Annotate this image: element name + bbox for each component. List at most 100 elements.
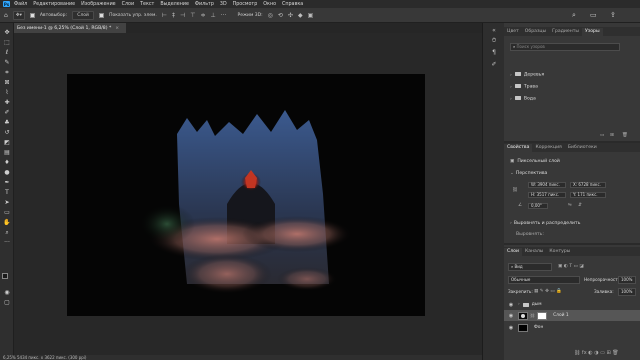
pattern-search-input[interactable]: ⌕ Поиск узоров [510, 43, 620, 51]
layer-row-group[interactable]: ◉ › дым [504, 299, 640, 310]
menu-3d[interactable]: 3D [220, 2, 227, 7]
visibility-eye-icon[interactable]: ◉ [508, 325, 514, 331]
autoselect-checkbox[interactable] [29, 12, 35, 18]
move-tool-preset[interactable]: ✥▾ [12, 10, 25, 20]
tab-color[interactable]: Цвет [504, 28, 522, 36]
folder-trees[interactable]: › Деревья [510, 72, 544, 78]
more-options-icon[interactable]: ··· [221, 12, 227, 19]
search-icon[interactable]: ⌕ [572, 11, 576, 20]
layer-actions[interactable]: ⛓ fx ◐ ◑ ▭ ⊞ 🗑 [574, 350, 619, 356]
shape-tool-icon[interactable]: ▭ [3, 209, 11, 216]
3d-orbit-icon[interactable]: ◎ [268, 12, 273, 19]
layer-name[interactable]: Фон [534, 325, 543, 330]
lasso-tool-icon[interactable]: ℓ [3, 49, 11, 56]
tab-paths[interactable]: Контуры [546, 248, 573, 256]
menu-select[interactable]: Выделение [160, 2, 189, 7]
menu-filter[interactable]: Фильтр [195, 2, 214, 7]
tab-gradients[interactable]: Градиенты [549, 28, 582, 36]
photoshop-logo-icon[interactable]: Ps [3, 1, 10, 7]
height-field[interactable]: H: 3517 пикс. [528, 192, 566, 198]
align-section[interactable]: › Выровнять и распределить [510, 221, 580, 226]
layer-mask-thumbnail[interactable] [537, 311, 548, 320]
zoom-tool-icon[interactable]: ⌕ [3, 229, 11, 236]
document-canvas[interactable] [67, 74, 425, 316]
menu-type[interactable]: Текст [140, 2, 154, 7]
share-icon[interactable]: ⇪ [610, 11, 616, 19]
blend-mode-dropdown[interactable]: Обычные [508, 276, 580, 284]
tab-swatches[interactable]: Образцы [522, 28, 549, 36]
layer-filter-dropdown[interactable]: ⌕ Вид [508, 263, 552, 271]
home-icon[interactable]: ⌂ [4, 12, 8, 19]
workspace-icon[interactable]: ▭ [590, 11, 597, 19]
new-group-icon[interactable]: ▭ [600, 133, 604, 138]
document-tab[interactable]: Без имени-1 @ 6,25% (Слой 1, RGB/8) * × [14, 23, 126, 33]
align-left-icon[interactable]: ⊢ [162, 12, 167, 19]
stamp-tool-icon[interactable]: ♣ [3, 119, 11, 126]
angle-field[interactable]: 0,00° [528, 203, 548, 209]
tab-channels[interactable]: Каналы [522, 248, 546, 256]
foreground-color-swatch[interactable] [2, 273, 8, 279]
type-tool-icon[interactable]: T [3, 189, 11, 196]
menu-window[interactable]: Окно [263, 2, 276, 7]
brush-tool-icon[interactable]: ✐ [3, 109, 11, 116]
tab-properties[interactable]: Свойства [504, 144, 533, 152]
folder-water[interactable]: › Вода [510, 96, 536, 102]
tab-layers[interactable]: Слои [504, 248, 522, 256]
show-controls-checkbox[interactable] [99, 12, 105, 18]
flip-vertical-icon[interactable]: ⇵ [578, 203, 582, 208]
3d-roll-icon[interactable]: ⟲ [278, 12, 283, 19]
layer-thumbnail[interactable] [518, 311, 528, 320]
visibility-eye-icon[interactable]: ◉ [508, 302, 514, 308]
3d-slide-icon[interactable]: ◆ [298, 12, 303, 19]
opacity-field[interactable]: 100% [618, 276, 636, 284]
gradient-tool-icon[interactable]: ▤ [3, 149, 11, 156]
blur-tool-icon[interactable]: ♦ [3, 159, 11, 166]
frame-tool-icon[interactable]: ⊠ [3, 79, 11, 86]
x-field[interactable]: X: 6728 пикс. [570, 182, 606, 188]
chevron-right-icon[interactable]: › [518, 302, 520, 307]
pen-tool-icon[interactable]: ✒ [3, 179, 11, 186]
autoselect-dropdown[interactable]: Слой [72, 10, 95, 20]
align-center-icon[interactable]: ‡ [172, 12, 175, 19]
link-icon[interactable]: ⛓ [512, 188, 518, 193]
menu-view[interactable]: Просмотр [233, 2, 258, 7]
folder-grass[interactable]: › Трава [510, 84, 538, 90]
layer-name[interactable]: Слой 1 [553, 313, 569, 318]
layer-name[interactable]: дым [532, 302, 542, 307]
menu-help[interactable]: Справка [282, 2, 303, 7]
fill-field[interactable]: 100% [618, 288, 636, 296]
layer-row-selected[interactable]: ◉ ⛓ Слой 1 [504, 310, 640, 321]
marquee-tool-icon[interactable]: ⬚ [3, 39, 11, 46]
history-panel-icon[interactable]: ⏱ [490, 37, 498, 44]
align-top-icon[interactable]: ⊤ [190, 12, 195, 19]
align-middle-icon[interactable]: ≑ [201, 12, 206, 19]
new-pattern-icon[interactable]: ⊞ [610, 133, 614, 138]
menu-image[interactable]: Изображение [81, 2, 116, 7]
menu-file[interactable]: Файл [14, 2, 27, 7]
filter-icons[interactable]: ▣ ◐ T ▭ ◪ [558, 264, 584, 269]
move-tool-icon[interactable]: ✥ [3, 29, 11, 36]
transform-section[interactable]: ⌄ Перспектива [510, 171, 547, 176]
menu-layers[interactable]: Слои [122, 2, 134, 7]
visibility-eye-icon[interactable]: ◉ [508, 313, 514, 319]
lock-icons[interactable]: ▦ ✎ ✥ ▭ 🔒 [534, 289, 562, 294]
y-field[interactable]: Y: 171 пикс. [570, 192, 606, 198]
align-bottom-icon[interactable]: ⊥ [211, 12, 216, 19]
3d-scale-icon[interactable]: ▣ [308, 12, 314, 19]
history-brush-tool-icon[interactable]: ↺ [3, 129, 11, 136]
width-field[interactable]: W: 3904 пикс. [528, 182, 566, 188]
brushes-panel-icon[interactable]: ✐ [490, 61, 498, 68]
eraser-tool-icon[interactable]: ◩ [3, 139, 11, 146]
tab-libraries[interactable]: Библиотеки [565, 144, 600, 152]
quick-mask-icon[interactable]: ◉ [3, 289, 11, 296]
hand-tool-icon[interactable]: ✋ [3, 219, 11, 226]
paragraph-panel-icon[interactable]: ¶ [490, 49, 498, 56]
close-tab-icon[interactable]: × [115, 26, 119, 31]
layer-thumbnail[interactable] [518, 323, 528, 332]
path-select-tool-icon[interactable]: ➤ [3, 199, 11, 206]
delete-icon[interactable]: 🗑 [622, 133, 628, 138]
3d-pan-icon[interactable]: ✣ [288, 12, 293, 19]
layer-row-background[interactable]: ◉ Фон [504, 322, 640, 333]
more-tools-icon[interactable]: ··· [3, 239, 11, 246]
dodge-tool-icon[interactable]: ● [3, 169, 11, 176]
